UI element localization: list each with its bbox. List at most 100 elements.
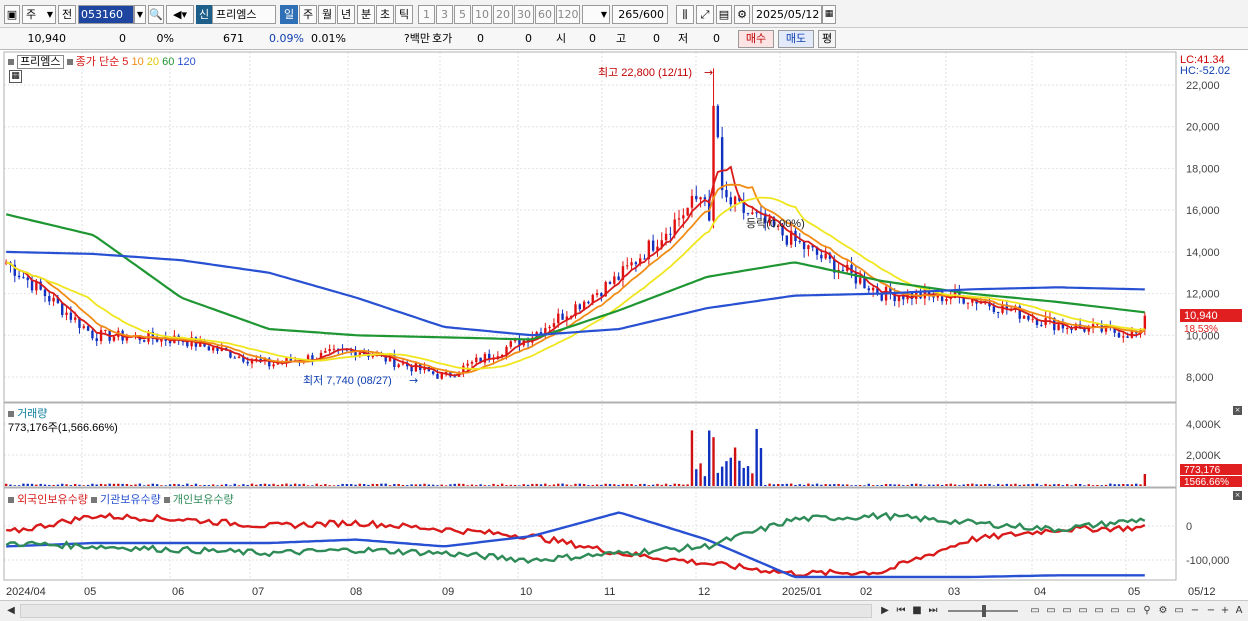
period-tick[interactable]: 틱 [395,5,413,24]
stop-icon[interactable]: ■ [910,604,924,618]
volume-bar [604,483,607,486]
interval-3[interactable]: 3 [436,5,453,24]
interval-30[interactable]: 30 [514,5,534,24]
search-icon[interactable]: 🔍 [148,5,164,24]
tool-icon[interactable]: ▭ [1108,604,1122,618]
volume-bar [1040,485,1043,486]
rewind-icon[interactable]: ⏮ [894,604,908,618]
volume-bar [695,469,698,486]
search-icon[interactable]: ⚲ [1140,604,1154,618]
code-input[interactable]: 053160 [78,5,134,24]
candle-icon[interactable]: ⫼ [676,5,694,24]
scroll-bar[interactable]: ◀ ▶ ⏮ ■ ⏭ ▭ ▭ ▭ ▭ ▭ ▭ ▭ ⚲ ⚙ ▭ − − + A [0,600,1248,621]
table-icon[interactable]: ▦ [9,70,22,83]
period-month[interactable]: 월 [318,5,336,24]
tool-icon[interactable]: ▭ [1028,604,1042,618]
candle-body [1057,324,1060,331]
period-minute[interactable]: 분 [357,5,375,24]
tool-icon[interactable]: ▭ [1060,604,1074,618]
minus-icon[interactable]: − [1188,604,1202,618]
volume-bar [281,484,284,486]
interval-20[interactable]: 20 [493,5,513,24]
minus-icon[interactable]: − [1204,604,1218,618]
close-icon[interactable]: × [1233,406,1242,415]
scroll-left-icon[interactable]: ◀ [4,604,18,618]
interval-10[interactable]: 10 [472,5,492,24]
volume-bar [250,483,254,486]
scroll-track[interactable] [20,604,872,618]
low-value: 0 [713,32,720,45]
candle-body [436,373,439,379]
close-icon[interactable]: × [1233,491,1242,500]
tool-icon[interactable]: ▭ [1092,604,1106,618]
zoom-slider-handle[interactable] [982,605,986,617]
period-week[interactable]: 주 [299,5,317,24]
legend-ma-10: 10 [131,56,144,68]
pct-tag: 18.53% [1184,324,1218,335]
buy-button[interactable]: 매수 [738,30,774,48]
period-day[interactable]: 일 [280,5,298,24]
forward-icon[interactable]: ⏭ [926,604,940,618]
draw-tool-icon[interactable]: ⤢ [696,5,714,24]
period-second[interactable]: 초 [376,5,394,24]
volume-bar [772,484,776,486]
prev-button[interactable]: 전 [58,5,76,24]
volume-bar [272,483,275,486]
font-size-icon[interactable]: A [1232,604,1246,618]
gear-icon[interactable]: ⚙ [734,5,750,24]
candle-body [17,275,21,278]
volume-bar [509,484,513,486]
volume-percent: 0.01% [311,32,346,45]
volume-bar [1001,484,1004,486]
interval-60[interactable]: 60 [535,5,555,24]
volume-bar [224,484,228,486]
interval-custom[interactable]: ▼ [582,5,610,24]
volume-bar [587,485,590,486]
avg-button[interactable]: 평 [818,30,836,48]
date-input[interactable]: 2025/05/12 [752,5,822,24]
candle-body [686,207,689,216]
volume-bar [751,473,754,486]
volume-bar [237,485,241,486]
tool-icon[interactable]: ▭ [1172,604,1186,618]
scroll-right-icon[interactable]: ▶ [878,604,892,618]
holding-legend[interactable]: 외국인보유수량 기관보유수량 개인보유수량 [8,491,234,507]
tool-icon[interactable]: ▭ [1044,604,1058,618]
volume-bar [229,485,232,486]
chart-area[interactable]: 22,000 20,000 18,000 16,000 14,000 12,000 10,0… [0,50,1248,600]
period-year[interactable]: 년 [337,5,355,24]
tool-icon[interactable]: ▭ [1124,604,1138,618]
volume-bar [69,485,73,486]
layout-icon[interactable]: ▣ [4,5,20,24]
settings-icon[interactable]: ⚙ [1156,604,1170,618]
stock-name[interactable]: 프리엠스 [212,5,276,24]
price-legend[interactable]: 프리엠스 종가 단순 5 10 20 60 120 [8,53,196,69]
x-tick-label: 05/12 [1188,586,1216,598]
volume-bar [919,484,922,486]
interval-5[interactable]: 5 [454,5,471,24]
interval-120[interactable]: 120 [556,5,580,24]
candle-body [669,233,672,235]
volume-bar [173,483,176,486]
code-dropdown-icon[interactable]: ▼ [134,5,146,24]
save-icon[interactable]: ▤ [716,5,732,24]
volume-bar [940,485,944,486]
volume-bar [406,485,409,486]
calendar-icon[interactable]: ▦ [822,5,836,24]
interval-1[interactable]: 1 [418,5,435,24]
sell-button[interactable]: 매도 [778,30,814,48]
credit-badge: 신 [196,5,212,24]
volume-bar [811,484,814,486]
volume-bar [1009,484,1013,486]
speaker-icon[interactable]: ◀▾ [166,5,194,24]
market-select[interactable]: 주 ▼ [22,5,56,24]
volume-bar [1139,484,1142,486]
volume-bar [496,484,500,486]
plus-icon[interactable]: + [1218,604,1232,618]
tool-icon[interactable]: ▭ [1076,604,1090,618]
volume-bar [419,484,422,486]
count-input[interactable]: 265/600 [612,5,668,24]
volume-bar [151,483,155,486]
volume-bar [949,483,952,486]
ma-line-10 [5,183,1146,375]
